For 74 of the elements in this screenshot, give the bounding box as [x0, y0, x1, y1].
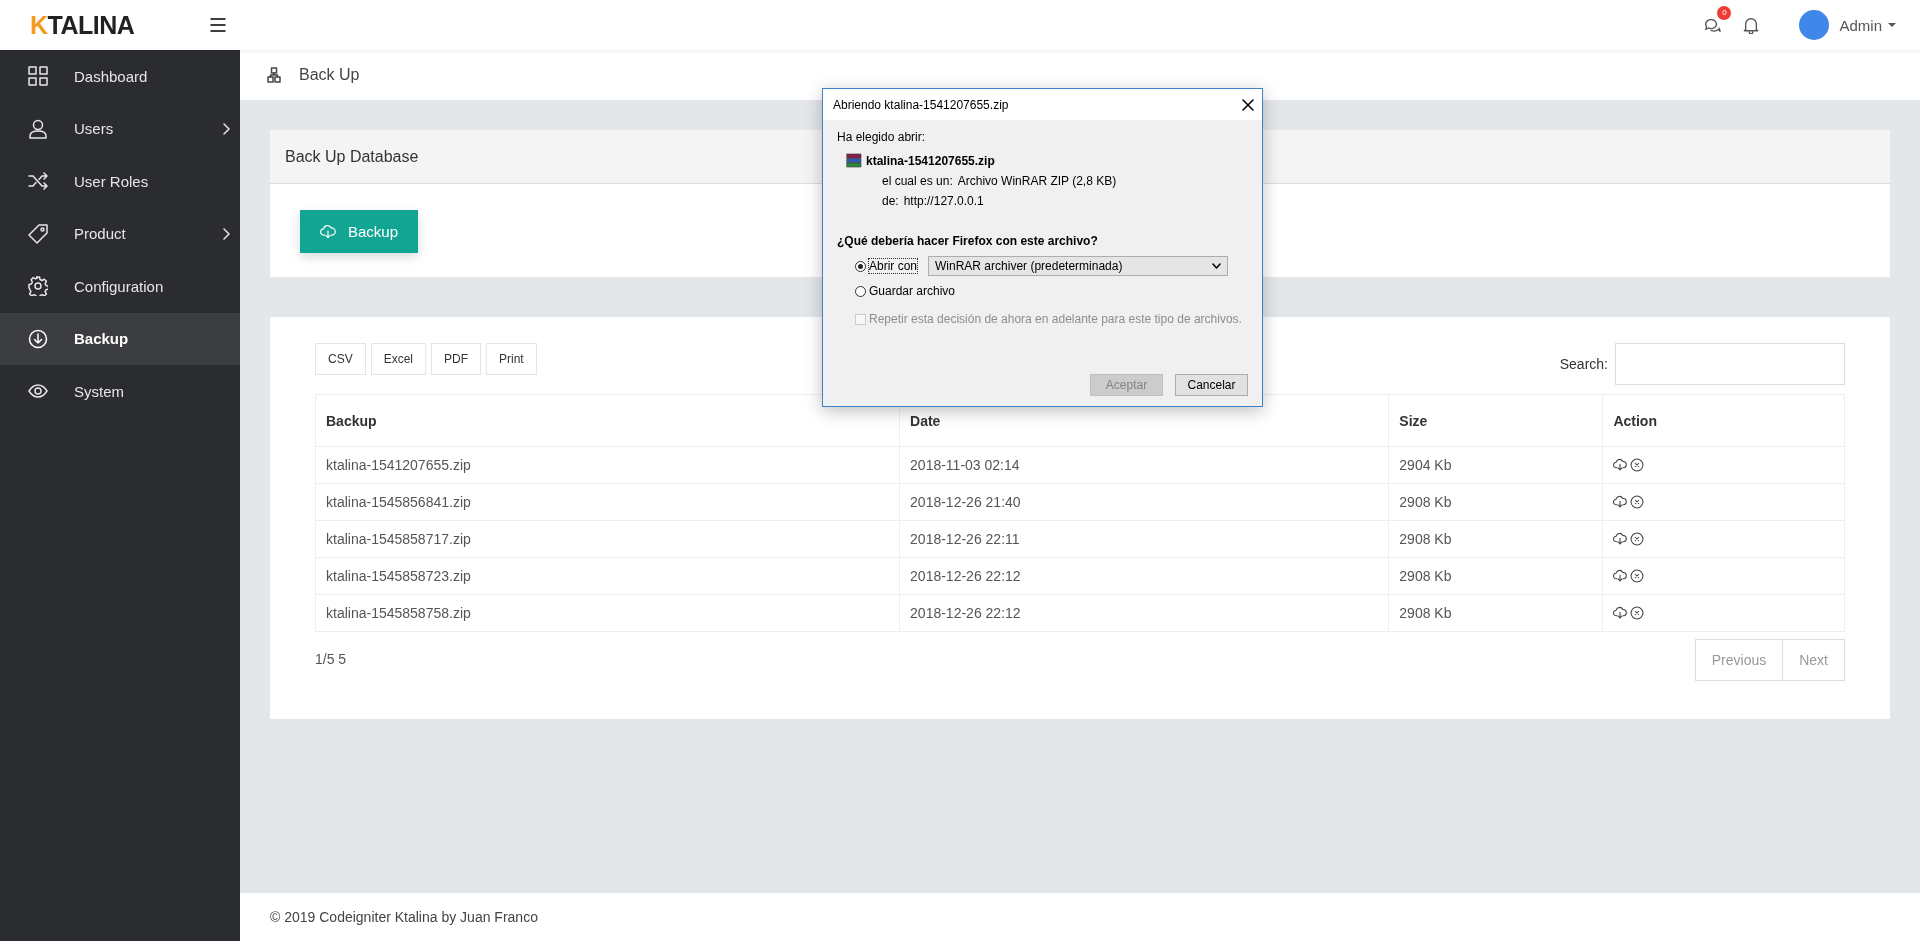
sitemap-icon [267, 67, 281, 83]
dialog-text: Ha elegido abrir: [837, 130, 927, 144]
sidebar-item[interactable]: Users [0, 102, 240, 155]
column-header: Action [1602, 394, 1845, 447]
table-cell: 2908 Kb [1388, 557, 1603, 595]
tag-icon [28, 223, 48, 244]
sidebar-item[interactable]: Dashboard [0, 50, 240, 103]
column-header: Size [1388, 394, 1603, 447]
table-info: 1/5 5 [315, 651, 347, 667]
table-cell: 2018-11-03 02:14 [899, 446, 1389, 484]
cloud-download-icon[interactable] [1613, 532, 1628, 546]
cloud-download-icon[interactable] [1613, 458, 1628, 472]
app-dropdown[interactable]: WinRAR archiver (predeterminada) [928, 256, 1229, 276]
export-button[interactable]: PDF [431, 343, 482, 375]
notification-badge: 0 [1717, 6, 1732, 20]
shuffle-icon [28, 171, 48, 192]
app-logo[interactable]: KTALINA [0, 10, 210, 40]
table-cell: ktalina-1545858717.zip [315, 520, 900, 558]
download-circle-icon [28, 328, 48, 349]
cloud-download-icon[interactable] [1613, 495, 1628, 509]
cloud-download-icon[interactable] [1613, 606, 1628, 620]
sidebar-item[interactable]: Product [0, 207, 240, 260]
table-cell: ktalina-1545856841.zip [315, 483, 900, 521]
sidebar-item[interactable]: Backup [0, 312, 240, 365]
bell-icon[interactable] [1743, 16, 1760, 34]
cloud-download-icon[interactable] [1613, 569, 1628, 583]
radio-label[interactable]: Abrir con [869, 259, 918, 273]
column-header: Backup [315, 394, 900, 447]
sidebar-item[interactable]: Configuration [0, 260, 240, 313]
radio-button[interactable] [855, 260, 866, 272]
menu-icon[interactable] [210, 18, 226, 32]
delete-icon[interactable] [1630, 458, 1645, 472]
avatar[interactable] [1799, 10, 1830, 40]
sidebar-item[interactable]: User Roles [0, 155, 240, 208]
dialog-button[interactable]: Cancelar [1175, 374, 1248, 396]
table-cell: ktalina-1545858758.zip [315, 594, 900, 632]
close-icon[interactable] [1242, 98, 1254, 111]
table-cell: 2018-12-26 22:11 [899, 520, 1389, 558]
delete-icon[interactable] [1630, 495, 1645, 509]
chat-icon[interactable] [1703, 16, 1722, 34]
settings-icon [28, 276, 48, 297]
footer-text: © 2019 Codeigniter Ktalina by Juan Franco [240, 893, 1920, 941]
table-cell: 2904 Kb [1388, 446, 1603, 484]
grid-icon [28, 66, 48, 87]
cloud-download-icon [320, 223, 336, 240]
search-field[interactable] [1615, 343, 1845, 385]
delete-icon[interactable] [1630, 532, 1645, 546]
dialog-title: Abriendo ktalina-1541207655.zip [833, 97, 1009, 112]
radio-button[interactable] [855, 285, 866, 297]
page-title: Back Up [299, 66, 360, 84]
table-cell: ktalina-1545858723.zip [315, 557, 900, 595]
table-cell: 2018-12-26 21:40 [899, 483, 1389, 521]
table-cell: 2908 Kb [1388, 483, 1603, 521]
field-label: de: [882, 194, 899, 208]
user-icon [28, 118, 48, 139]
table-cell: 2908 Kb [1388, 594, 1603, 632]
search-label: Search: [1559, 356, 1608, 372]
field-value: http://127.0.0.1 [903, 194, 984, 208]
export-button[interactable]: Print [486, 343, 537, 375]
table-cell: 2018-12-26 22:12 [899, 594, 1389, 632]
file-name: ktalina-1541207655.zip [866, 153, 995, 168]
export-button[interactable]: Excel [370, 343, 427, 375]
export-button[interactable]: CSV [315, 343, 366, 375]
table-cell: 2018-12-26 22:12 [899, 557, 1389, 595]
chevron-down-icon [1212, 263, 1222, 269]
sidebar-item[interactable]: System [0, 365, 240, 418]
archive-books-icon [846, 153, 862, 168]
radio-label[interactable]: Guardar archivo [869, 284, 956, 298]
table-cell: 2908 Kb [1388, 520, 1603, 558]
delete-icon[interactable] [1630, 606, 1645, 620]
user-menu[interactable]: Admin [1839, 16, 1896, 34]
table-cell: ktalina-1541207655.zip [315, 446, 900, 484]
delete-icon[interactable] [1630, 569, 1645, 583]
dialog-question: ¿Qué debería hacer Firefox con este archivo? [837, 234, 1099, 248]
